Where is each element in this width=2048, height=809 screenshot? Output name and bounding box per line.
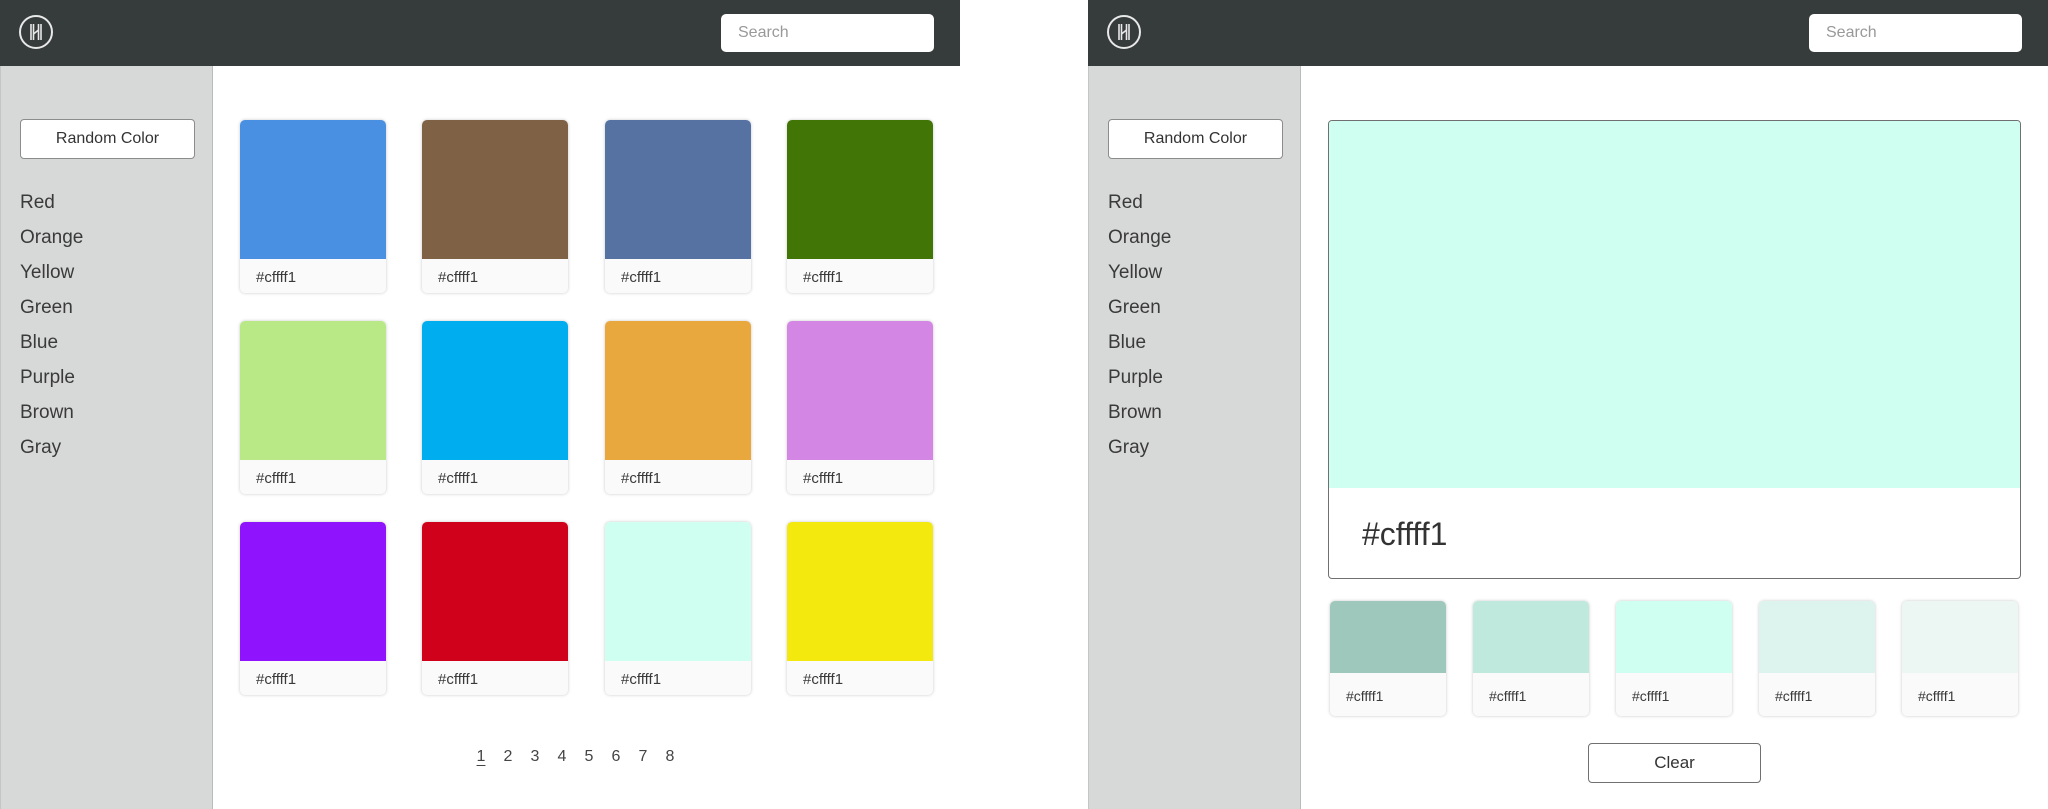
category-blue[interactable]: Blue	[20, 325, 83, 360]
color-detail-view: Random Color Red Orange Yellow Green Blu…	[1088, 0, 2048, 809]
color-card[interactable]: #cffff1	[240, 321, 386, 494]
random-color-button[interactable]: Random Color	[1108, 119, 1283, 159]
category-gray[interactable]: Gray	[20, 430, 83, 465]
logo-icon[interactable]	[19, 15, 53, 49]
color-card[interactable]: #cffff1	[605, 522, 751, 695]
color-hex-label: #cffff1	[803, 470, 844, 487]
category-purple[interactable]: Purple	[20, 360, 83, 395]
color-card[interactable]: #cffff1	[240, 120, 386, 293]
page-link[interactable]: 8	[662, 748, 678, 766]
shade-swatch	[1759, 601, 1875, 673]
search-input[interactable]	[721, 14, 934, 52]
color-swatch	[240, 321, 386, 460]
page-link[interactable]: 6	[608, 748, 624, 766]
clear-button[interactable]: Clear	[1588, 743, 1761, 783]
color-hex-label: #cffff1	[256, 269, 297, 286]
color-card[interactable]: #cffff1	[787, 522, 933, 695]
color-hex-label: #cffff1	[438, 269, 479, 286]
shade-card[interactable]: #cffff1	[1759, 601, 1875, 716]
color-swatch	[605, 522, 751, 661]
page-link[interactable]: 7	[635, 748, 651, 766]
shade-card[interactable]: #cffff1	[1902, 601, 2018, 716]
category-gray[interactable]: Gray	[1108, 430, 1171, 465]
color-hex-label: #cffff1	[621, 269, 662, 286]
top-bar	[1088, 0, 2048, 66]
color-card[interactable]: #cffff1	[422, 522, 568, 695]
shade-hex-label: #cffff1	[1775, 688, 1813, 704]
logo-icon[interactable]	[1107, 15, 1141, 49]
category-yellow[interactable]: Yellow	[20, 255, 83, 290]
category-blue[interactable]: Blue	[1108, 325, 1171, 360]
page-link[interactable]: 5	[581, 748, 597, 766]
shade-hex-label: #cffff1	[1918, 688, 1956, 704]
color-hex-label: #cffff1	[438, 671, 479, 688]
color-card[interactable]: #cffff1	[240, 522, 386, 695]
category-orange[interactable]: Orange	[1108, 220, 1171, 255]
color-hex-label: #cffff1	[621, 470, 662, 487]
selected-color-swatch	[1329, 121, 2020, 488]
shade-hex-label: #cffff1	[1346, 688, 1384, 704]
page-link[interactable]: 3	[527, 748, 543, 766]
category-purple[interactable]: Purple	[1108, 360, 1171, 395]
category-red[interactable]: Red	[1108, 185, 1171, 220]
color-hex-label: #cffff1	[256, 671, 297, 688]
category-list: Red Orange Yellow Green Blue Purple Brow…	[20, 185, 83, 465]
selected-color-hex: #cffff1	[1362, 516, 1448, 552]
shade-card[interactable]: #cffff1	[1330, 601, 1446, 716]
category-red[interactable]: Red	[20, 185, 83, 220]
category-brown[interactable]: Brown	[1108, 395, 1171, 430]
shade-hex-label: #cffff1	[1632, 688, 1670, 704]
color-swatch	[605, 321, 751, 460]
search-input[interactable]	[1809, 14, 2022, 52]
page-link[interactable]: 1	[473, 748, 489, 766]
color-card[interactable]: #cffff1	[422, 120, 568, 293]
color-card[interactable]: #cffff1	[605, 321, 751, 494]
color-swatch	[240, 522, 386, 661]
color-card[interactable]: #cffff1	[787, 120, 933, 293]
sidebar: Random Color Red Orange Yellow Green Blu…	[0, 66, 213, 809]
color-card[interactable]: #cffff1	[787, 321, 933, 494]
category-brown[interactable]: Brown	[20, 395, 83, 430]
color-hex-label: #cffff1	[621, 671, 662, 688]
shade-swatch	[1330, 601, 1446, 673]
color-swatch	[787, 321, 933, 460]
color-card[interactable]: #cffff1	[422, 321, 568, 494]
category-list: Red Orange Yellow Green Blue Purple Brow…	[1108, 185, 1171, 465]
color-swatch	[422, 120, 568, 259]
page-link[interactable]: 2	[500, 748, 516, 766]
color-swatch	[240, 120, 386, 259]
shade-swatch	[1616, 601, 1732, 673]
category-yellow[interactable]: Yellow	[1108, 255, 1171, 290]
color-swatch	[605, 120, 751, 259]
random-color-button[interactable]: Random Color	[20, 119, 195, 159]
color-swatch	[422, 321, 568, 460]
selected-color-card: #cffff1	[1328, 120, 2021, 579]
color-hex-label: #cffff1	[803, 269, 844, 286]
color-grid-view: Random Color Red Orange Yellow Green Blu…	[0, 0, 960, 809]
shade-swatch	[1902, 601, 2018, 673]
sidebar: Random Color Red Orange Yellow Green Blu…	[1088, 66, 1301, 809]
shade-hex-label: #cffff1	[1489, 688, 1527, 704]
category-green[interactable]: Green	[1108, 290, 1171, 325]
color-hex-label: #cffff1	[256, 470, 297, 487]
color-swatch	[787, 120, 933, 259]
color-swatch	[787, 522, 933, 661]
top-bar	[0, 0, 960, 66]
page-link[interactable]: 4	[554, 748, 570, 766]
color-swatch	[422, 522, 568, 661]
color-hex-label: #cffff1	[438, 470, 479, 487]
category-green[interactable]: Green	[20, 290, 83, 325]
shade-swatch	[1473, 601, 1589, 673]
color-card[interactable]: #cffff1	[605, 120, 751, 293]
shade-card[interactable]: #cffff1	[1473, 601, 1589, 716]
shade-card[interactable]: #cffff1	[1616, 601, 1732, 716]
color-hex-label: #cffff1	[803, 671, 844, 688]
category-orange[interactable]: Orange	[20, 220, 83, 255]
